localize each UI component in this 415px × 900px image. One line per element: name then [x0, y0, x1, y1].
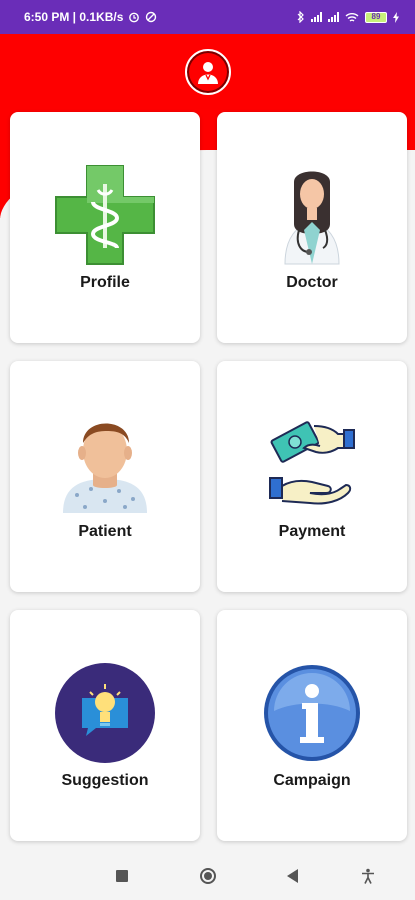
payment-icon [257, 413, 367, 515]
accessibility-icon[interactable] [353, 861, 383, 891]
doctor-label: Doctor [286, 274, 338, 291]
patient-label: Patient [78, 523, 132, 540]
recent-apps-icon[interactable] [107, 861, 137, 891]
signal-icon [311, 12, 322, 22]
payment-card[interactable]: Payment [217, 361, 407, 592]
status-bar: 6:50 PM | 0.1KB/s 89 [0, 0, 415, 34]
status-left: 6:50 PM | 0.1KB/s [24, 10, 157, 24]
profile-card[interactable]: Profile [10, 112, 200, 343]
campaign-label: Campaign [273, 772, 351, 789]
payment-label: Payment [278, 523, 346, 540]
doctor-icon [257, 164, 367, 266]
suggestion-card[interactable]: Suggestion [10, 610, 200, 841]
battery-indicator: 89 [365, 11, 387, 23]
signal-icon-2 [328, 12, 339, 22]
status-right: 89 [297, 11, 399, 23]
home-icon[interactable] [193, 861, 223, 891]
campaign-card[interactable]: Campaign [217, 610, 407, 841]
status-time: 6:50 PM | 0.1KB/s [24, 10, 124, 24]
wifi-icon [345, 12, 359, 22]
doctor-avatar-icon [198, 62, 218, 84]
lightbulb-icon [50, 662, 160, 764]
profile-label: Profile [80, 274, 130, 291]
charging-icon [393, 11, 399, 23]
patient-icon [50, 413, 160, 515]
data-saver-icon [146, 11, 157, 23]
alarm-icon [129, 12, 140, 23]
back-icon[interactable] [277, 861, 307, 891]
suggestion-label: Suggestion [61, 772, 149, 789]
system-nav-bar [0, 852, 415, 900]
patient-card[interactable]: Patient [10, 361, 200, 592]
info-icon [257, 662, 367, 764]
pharmacy-cross-icon [50, 164, 160, 266]
doctor-card[interactable]: Doctor [217, 112, 407, 343]
bluetooth-icon [297, 11, 304, 23]
app-logo [185, 49, 231, 95]
